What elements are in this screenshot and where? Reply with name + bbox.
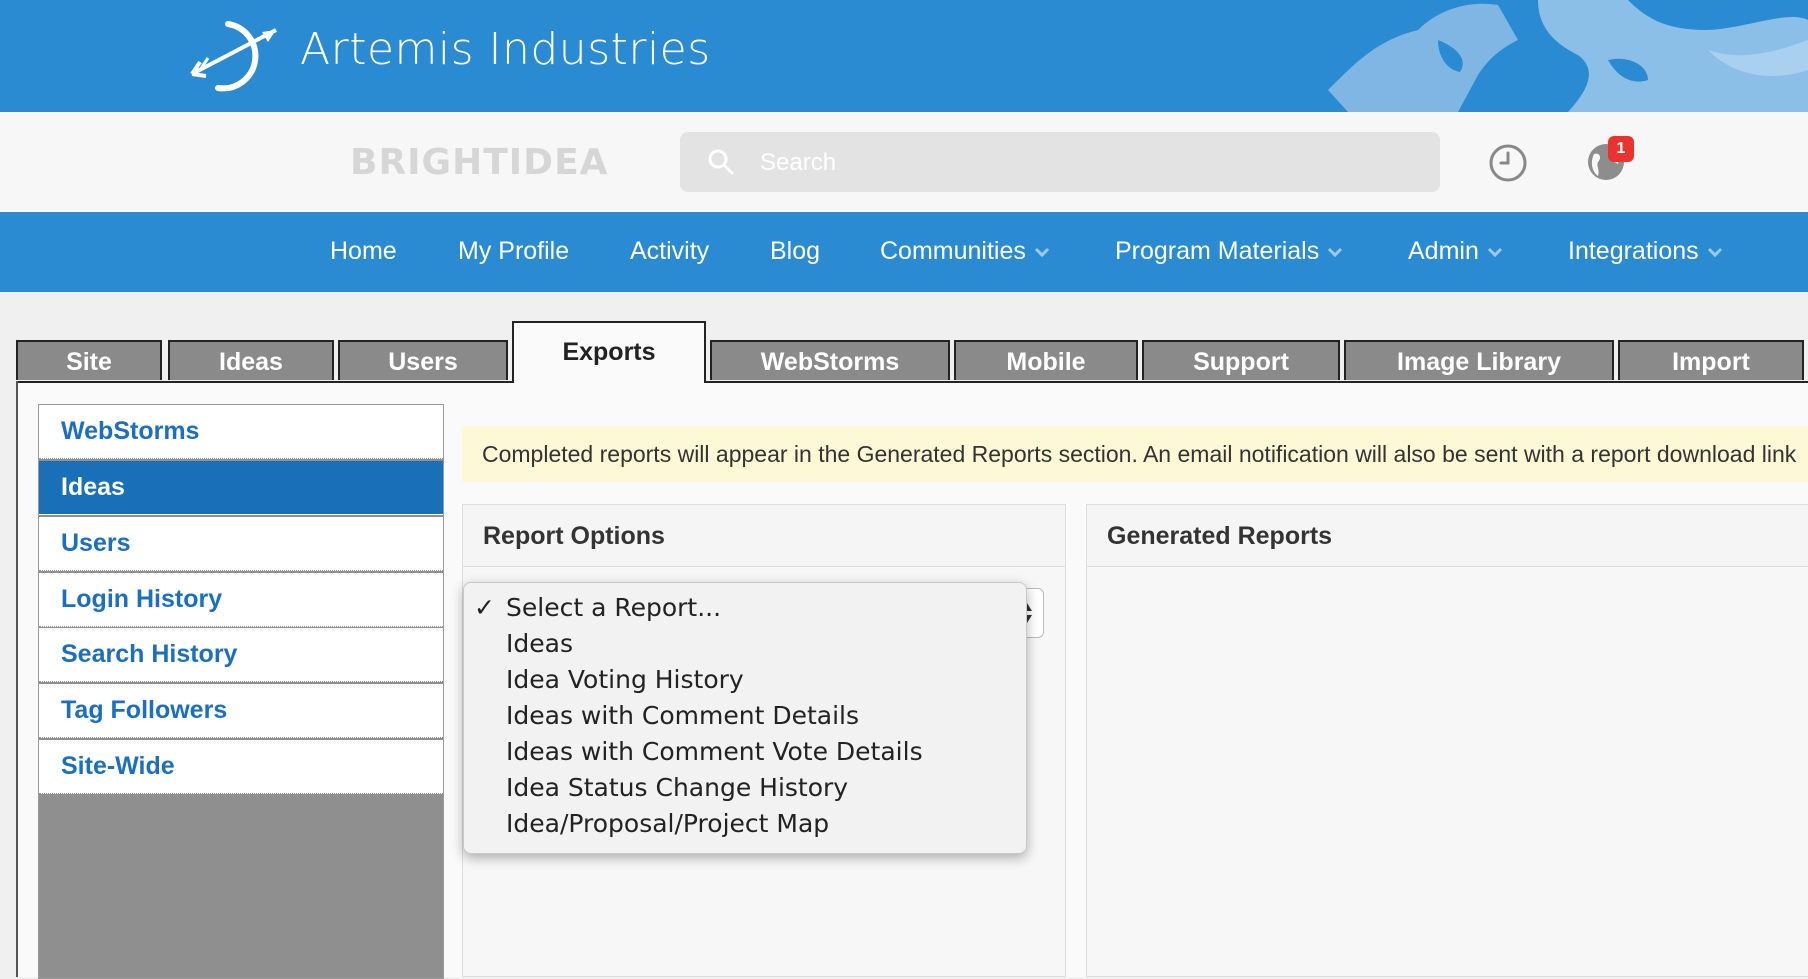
option-ideas-comment-details[interactable]: Ideas with Comment Details — [506, 701, 859, 730]
chevron-down-icon — [1487, 248, 1502, 258]
tab-users[interactable]: Users — [338, 340, 508, 380]
main-nav: Home My Profile Activity Blog Communitie… — [0, 212, 1808, 292]
option-idea-status-change-history[interactable]: Idea Status Change History — [506, 773, 848, 802]
export-side-menu: WebStorms Ideas Users Login History Sear… — [38, 404, 444, 979]
chevron-down-icon — [1707, 248, 1722, 258]
nav-home[interactable]: Home — [330, 212, 397, 292]
nav-integrations[interactable]: Integrations — [1568, 212, 1723, 292]
generated-reports-panel: Generated Reports — [1086, 504, 1808, 977]
content-border — [16, 381, 18, 977]
report-dropdown-menu: ✓ Select a Report... Ideas Idea Voting H… — [463, 582, 1027, 854]
search-input[interactable] — [758, 144, 1402, 182]
tab-ideas[interactable]: Ideas — [168, 340, 334, 380]
search-bar[interactable] — [680, 132, 1440, 192]
brightidea-logo: BRIGHTIDEA — [350, 142, 609, 183]
nav-blog[interactable]: Blog — [770, 212, 820, 292]
decorative-animal-art-icon — [1328, 0, 1808, 112]
side-item-webstorms[interactable]: WebStorms — [39, 405, 443, 459]
checkmark-icon: ✓ — [474, 593, 495, 622]
info-notice: Completed reports will appear in the Gen… — [462, 426, 1808, 482]
tab-import[interactable]: Import — [1618, 340, 1804, 380]
notification-badge[interactable]: 1 — [1608, 136, 1634, 162]
nav-activity[interactable]: Activity — [630, 212, 709, 292]
tab-webstorms[interactable]: WebStorms — [710, 340, 950, 380]
arrow-logo-icon[interactable] — [188, 18, 284, 92]
option-select-report[interactable]: Select a Report... — [506, 593, 721, 622]
side-item-ideas[interactable]: Ideas — [39, 461, 443, 515]
side-item-tag-followers[interactable]: Tag Followers — [39, 684, 443, 738]
nav-program-materials[interactable]: Program Materials — [1115, 212, 1343, 292]
option-ideas[interactable]: Ideas — [506, 629, 573, 658]
brand-banner: Artemis Industries — [0, 0, 1808, 112]
option-ideas-comment-vote-details[interactable]: Ideas with Comment Vote Details — [506, 737, 923, 766]
side-item-search-history[interactable]: Search History — [39, 628, 443, 682]
tab-exports[interactable]: Exports — [512, 321, 706, 383]
nav-communities[interactable]: Communities — [880, 212, 1050, 292]
chevron-down-icon — [1328, 248, 1343, 258]
generated-reports-title: Generated Reports — [1087, 505, 1808, 567]
tab-site[interactable]: Site — [16, 340, 162, 380]
tab-support[interactable]: Support — [1142, 340, 1340, 380]
side-item-users[interactable]: Users — [39, 517, 443, 571]
side-item-login-history[interactable]: Login History — [39, 573, 443, 627]
option-idea-proposal-project-map[interactable]: Idea/Proposal/Project Map — [506, 809, 829, 838]
tab-image-library[interactable]: Image Library — [1344, 340, 1614, 380]
chevron-down-icon — [1034, 248, 1049, 258]
nav-my-profile[interactable]: My Profile — [458, 212, 569, 292]
report-options-title: Report Options — [463, 505, 1065, 567]
brand-title[interactable]: Artemis Industries — [300, 24, 711, 75]
side-item-site-wide[interactable]: Site-Wide — [39, 740, 443, 794]
nav-admin[interactable]: Admin — [1408, 212, 1503, 292]
tab-mobile[interactable]: Mobile — [954, 340, 1138, 380]
option-idea-voting-history[interactable]: Idea Voting History — [506, 665, 744, 694]
clock-icon[interactable] — [1488, 143, 1528, 183]
search-icon — [708, 149, 734, 175]
